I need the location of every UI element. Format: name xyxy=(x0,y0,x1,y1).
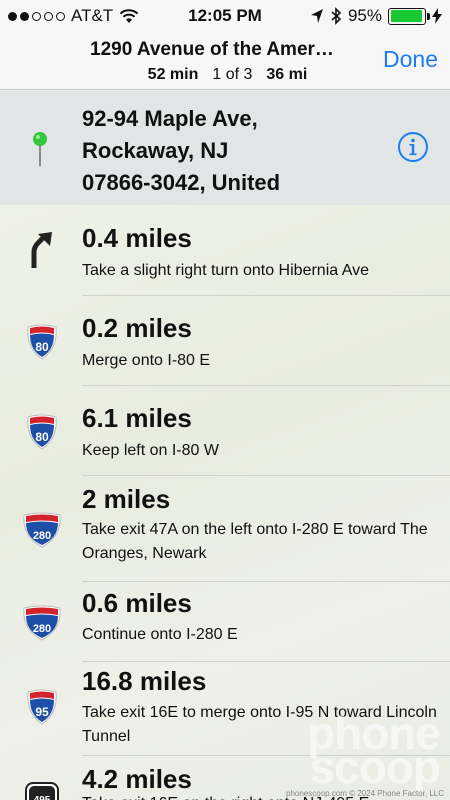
route-index: 1 of 3 xyxy=(212,66,253,83)
step-distance: 6.1 miles xyxy=(82,403,192,433)
interstate-80-shield-icon: 80 xyxy=(27,324,57,360)
interstate-280-shield-icon: 280 xyxy=(23,512,61,548)
direction-step[interactable]: 280 0.6 miles Continue onto I-280 E xyxy=(0,582,450,662)
battery-icon xyxy=(388,7,430,25)
route-duration: 52 min xyxy=(147,66,199,83)
step-distance: 0.4 miles xyxy=(82,223,192,253)
interstate-80-shield-icon: 80 xyxy=(27,414,57,450)
direction-step[interactable]: 280 2 miles Take exit 47A on the left on… xyxy=(0,476,450,582)
step-distance: 2 miles xyxy=(82,484,171,514)
step-instruction: Continue onto I-280 E xyxy=(82,626,238,643)
step-distance: 4.2 miles xyxy=(82,764,192,794)
address-line: Rockaway, NJ xyxy=(82,138,229,163)
shield-number: 280 xyxy=(33,530,51,542)
interstate-95-shield-icon: 95 xyxy=(27,689,57,725)
route-header: 1290 Avenue of the Amer… 52 min 1 of 3 3… xyxy=(0,32,450,90)
shield-number: 495 xyxy=(34,795,51,800)
location-arrow-icon xyxy=(310,9,323,23)
direction-step[interactable]: 80 6.1 miles Keep left on I-80 W xyxy=(0,386,450,476)
step-distance: 0.2 miles xyxy=(82,313,192,343)
route-distance: 36 mi xyxy=(266,66,308,83)
watermark-logo: phone scoop xyxy=(307,710,441,793)
info-button[interactable] xyxy=(397,131,429,163)
step-instruction: Merge onto I-80 E xyxy=(82,352,211,369)
address-line: 92-94 Maple Ave, xyxy=(82,106,258,131)
turn-slight-right-icon xyxy=(31,232,52,268)
shield-number: 280 xyxy=(33,623,51,635)
start-address: 92-94 Maple Ave, Rockaway, NJ 07866-3042… xyxy=(82,103,382,199)
step-instruction: Take exit 47A on the left onto I-280 E t… xyxy=(82,521,428,562)
step-instruction: Take a slight right turn onto Hibernia A… xyxy=(82,262,369,279)
done-button[interactable]: Done xyxy=(383,46,438,73)
watermark-line: scoop xyxy=(309,741,441,793)
charging-bolt-icon xyxy=(432,8,442,24)
status-bar: AT&T 12:05 PM 95% xyxy=(0,0,450,32)
step-distance: 0.6 miles xyxy=(82,588,192,618)
copyright-text: phonescoop.com © 2024 Phone Factor, LLC xyxy=(286,789,444,798)
start-location-row[interactable]: 92-94 Maple Ave, Rockaway, NJ 07866-3042… xyxy=(0,91,450,205)
interstate-280-shield-icon: 280 xyxy=(23,605,61,641)
signal-strength-icon xyxy=(8,11,65,21)
direction-step[interactable]: 0.4 miles Take a slight right turn onto … xyxy=(0,205,450,296)
bluetooth-icon xyxy=(331,7,342,25)
shield-number: 95 xyxy=(35,705,49,719)
shield-number: 80 xyxy=(35,430,49,444)
shield-number: 80 xyxy=(35,340,49,354)
interstate-495-shield-icon: 495 xyxy=(25,782,59,800)
battery-percentage: 95% xyxy=(347,6,382,25)
destination-title: 1290 Avenue of the Amer… xyxy=(90,39,334,60)
route-summary: 52 min 1 of 3 36 mi xyxy=(90,66,365,84)
wifi-icon xyxy=(120,9,139,23)
map-pin-icon xyxy=(33,132,47,166)
carrier-name: AT&T xyxy=(71,6,114,25)
directions-list[interactable]: 0.4 miles Take a slight right turn onto … xyxy=(0,205,450,800)
step-distance: 16.8 miles xyxy=(82,666,207,696)
step-instruction: Keep left on I-80 W xyxy=(82,442,219,459)
address-line: 07866-3042, United xyxy=(82,170,281,195)
direction-step[interactable]: 80 0.2 miles Merge onto I-80 E xyxy=(0,296,450,386)
